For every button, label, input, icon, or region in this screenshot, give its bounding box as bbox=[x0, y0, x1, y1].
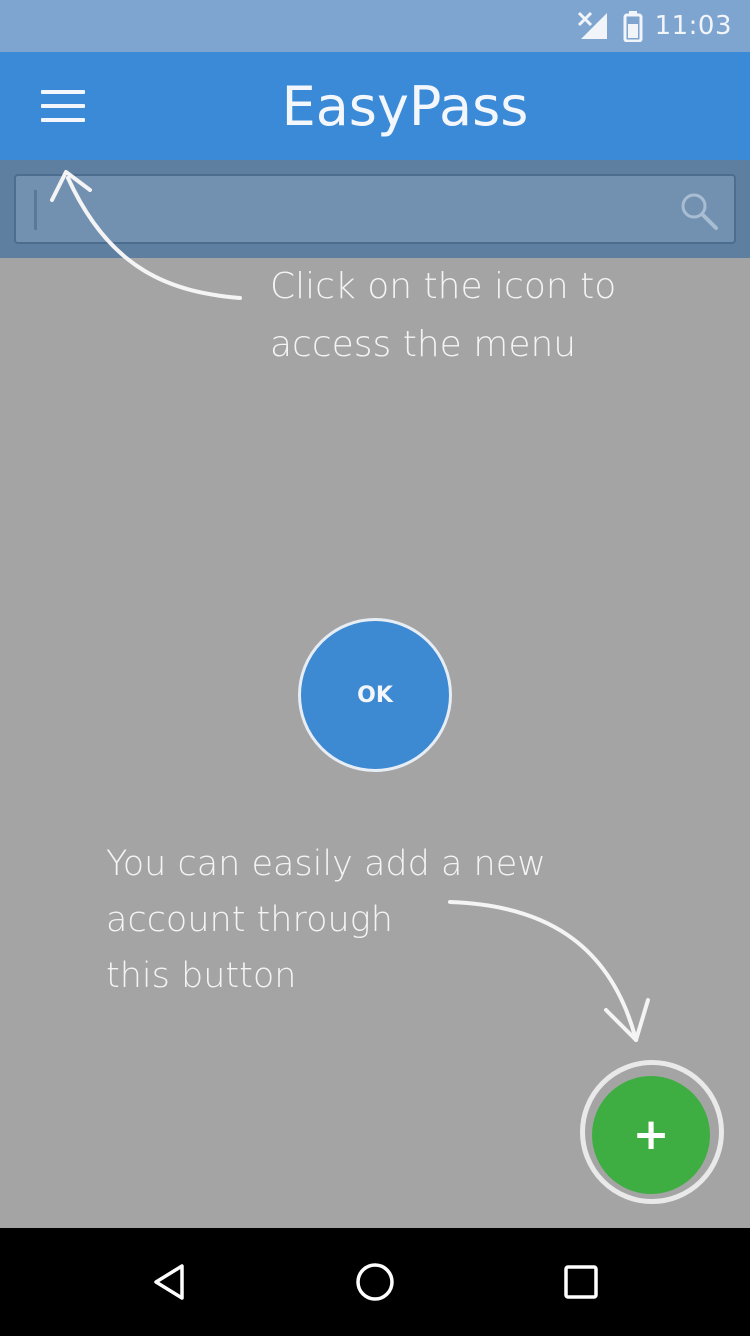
app-title: EasyPass bbox=[281, 74, 529, 138]
add-hint-text: You can easily add a new account through… bbox=[106, 844, 546, 996]
ok-button[interactable]: OK bbox=[298, 618, 452, 772]
app-screen: 11:03 EasyPass Click on the icon to acce… bbox=[0, 0, 750, 1336]
recent-apps-button[interactable] bbox=[549, 1250, 613, 1314]
signal-icon bbox=[577, 11, 607, 39]
search-box[interactable] bbox=[14, 174, 736, 244]
menu-hint-text: Click on the icon to access the menu bbox=[270, 266, 617, 365]
status-icons: 11:03 bbox=[577, 8, 732, 44]
status-bar: 11:03 bbox=[0, 0, 750, 52]
navigation-bar bbox=[0, 1228, 750, 1336]
back-icon bbox=[154, 1264, 184, 1300]
search-bar bbox=[0, 160, 750, 258]
recent-apps-icon bbox=[564, 1265, 598, 1299]
battery-icon bbox=[623, 11, 643, 42]
back-button[interactable] bbox=[138, 1250, 202, 1314]
hamburger-menu-icon bbox=[41, 90, 85, 122]
app-bar: EasyPass bbox=[0, 52, 750, 162]
status-time: 11:03 bbox=[654, 11, 732, 41]
search-input[interactable] bbox=[40, 184, 684, 238]
add-account-button[interactable]: + bbox=[592, 1076, 710, 1194]
home-icon bbox=[356, 1263, 394, 1301]
home-button[interactable] bbox=[343, 1250, 407, 1314]
search-icon[interactable] bbox=[678, 190, 720, 232]
menu-button[interactable] bbox=[26, 74, 100, 138]
add-hint-arrowhead bbox=[604, 998, 650, 1042]
add-icon: + bbox=[632, 1109, 670, 1160]
text-cursor bbox=[34, 190, 37, 230]
